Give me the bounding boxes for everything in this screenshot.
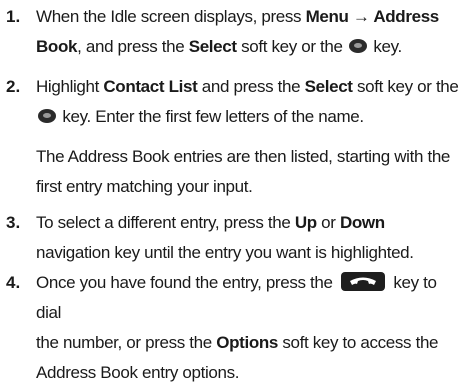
step-number: 4. bbox=[6, 273, 21, 292]
step-number: 2. bbox=[6, 77, 21, 96]
bold-term: Contact List bbox=[103, 77, 198, 96]
text-run: Highlight bbox=[36, 77, 104, 96]
text-run: key. Enter the first few letters of the … bbox=[58, 107, 364, 126]
step-number: 1. bbox=[6, 7, 21, 26]
bold-term: Options bbox=[216, 333, 279, 352]
bold-term: Select bbox=[188, 37, 237, 56]
step-text: Highlight Contact List and press the Sel… bbox=[36, 72, 466, 132]
bold-term: Menu bbox=[305, 7, 349, 26]
text-run: Address Book entry options. bbox=[36, 363, 240, 382]
bold-term: Down bbox=[339, 213, 385, 232]
step-text: Once you have found the entry, press the… bbox=[36, 268, 466, 388]
bold-term: Up bbox=[294, 213, 317, 232]
text-run: , and press the bbox=[77, 37, 189, 56]
text-run: navigation key until the entry you want … bbox=[36, 243, 414, 262]
step-text: To select a different entry, press the U… bbox=[36, 208, 466, 268]
text-run: or bbox=[316, 213, 340, 232]
step-number: 3. bbox=[6, 213, 21, 232]
text-run: and press the bbox=[197, 77, 305, 96]
text-run: key. bbox=[368, 37, 402, 56]
text-run: Once you have found the entry, press the bbox=[36, 273, 337, 292]
step-2-note: The Address Book entries are then listed… bbox=[36, 147, 451, 196]
text-run: soft key to access the bbox=[278, 333, 439, 352]
send-key-icon bbox=[340, 272, 385, 291]
bold-term: Select bbox=[304, 77, 353, 96]
text-run: To select a different entry, press the bbox=[36, 213, 295, 232]
text-run: soft key or the bbox=[352, 77, 459, 96]
bold-term: Address bbox=[373, 7, 439, 26]
instruction-page: 1. When the Idle screen displays, press … bbox=[0, 0, 470, 382]
text-run: soft key or the bbox=[236, 37, 347, 56]
select-key-icon bbox=[348, 39, 367, 53]
bold-term: → bbox=[348, 7, 374, 26]
text-run: When the Idle screen displays, press bbox=[36, 7, 306, 26]
step-text: When the Idle screen displays, press Men… bbox=[36, 2, 466, 62]
bold-term: Book bbox=[36, 37, 78, 56]
select-key-icon bbox=[38, 109, 56, 123]
text-run: the number, or press the bbox=[36, 333, 217, 352]
